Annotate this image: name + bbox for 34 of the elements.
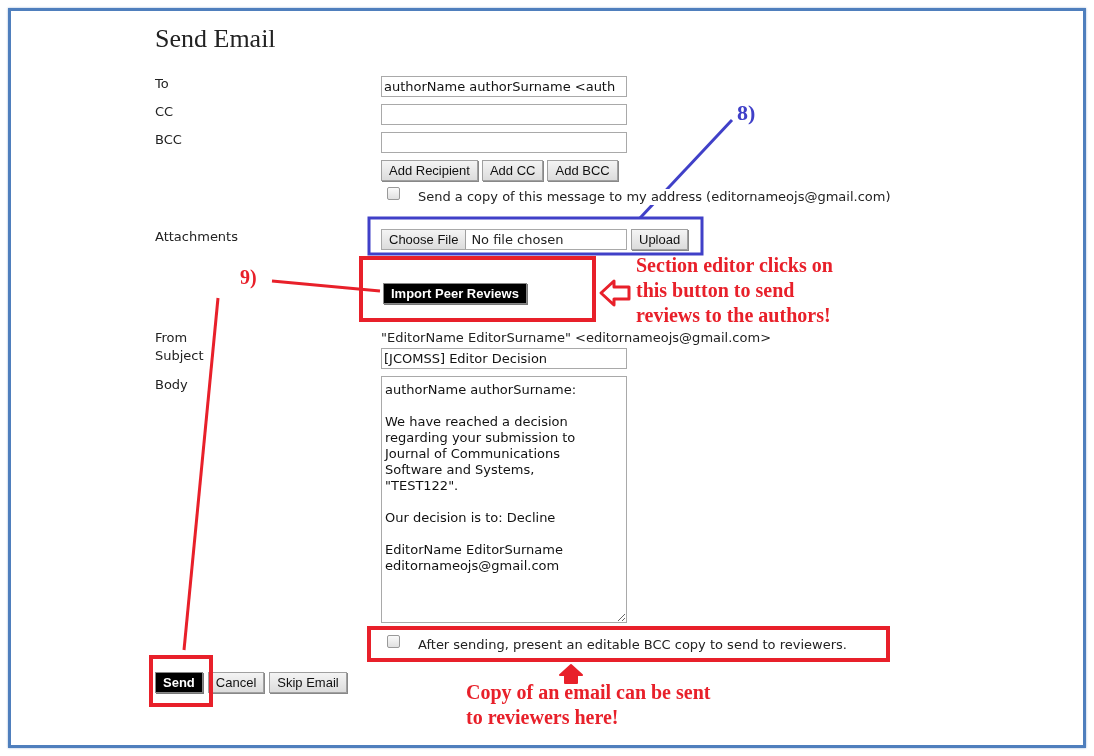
field-label: From [155,330,189,346]
checkbox[interactable] [387,187,400,200]
annotation-note: Copy of an email can be sent to reviewers here! [466,680,711,730]
page-title: Send Email [155,24,277,54]
field-label: CC [155,104,175,120]
field-label: To [155,76,170,92]
add-button[interactable]: Add Recipient [381,160,478,181]
upload-button[interactable]: Upload [631,229,689,250]
field-label: Subject [155,348,205,364]
bcc-field[interactable] [381,132,627,153]
checkbox[interactable] [387,635,400,648]
send-button[interactable]: Send [155,672,203,693]
file-field[interactable]: Choose File No file chosen [381,229,627,250]
add-button[interactable]: Add CC [481,160,544,181]
import-button[interactable]: Import Peer Reviews [383,283,527,304]
up-arrow-icon [559,664,583,684]
annotation-marker: 9) [240,265,257,290]
subject-field[interactable]: [JCOMSS] Editor Decision [381,348,627,369]
annotation-marker: 8) [737,100,756,125]
annotation-note: Section editor clicks on this button to send reviews to the authors! [636,253,833,328]
field-label: Attachments [155,229,239,245]
field-label: BCC [155,132,183,148]
cc-field[interactable] [381,104,627,125]
body-field[interactable]: authorName authorSurname: We have reached a decision regarding your submission to Journal of Communications Software and Systems, "TEST122". Our decision is to: Decline EditorName EditorSurname editornameojs@gmail.com [381,376,627,623]
action-button[interactable]: Cancel [207,672,265,693]
left-arrow-icon [599,279,631,307]
to-field[interactable]: authorName authorSurname <auth [381,76,627,97]
add-button[interactable]: Add BCC [547,160,618,181]
action-button[interactable]: Skip Email [269,672,347,693]
checkbox-label: After sending, present an editable BCC copy to send to reviewers. [418,637,847,653]
field-label: Body [155,377,189,393]
from-text: "EditorName EditorSurname" <editornameojs@gmail.com> [381,330,772,346]
checkbox-label: Send a copy of this message to my address (editornameojs@gmail.com) [418,189,891,205]
highlight-frame [149,655,213,707]
